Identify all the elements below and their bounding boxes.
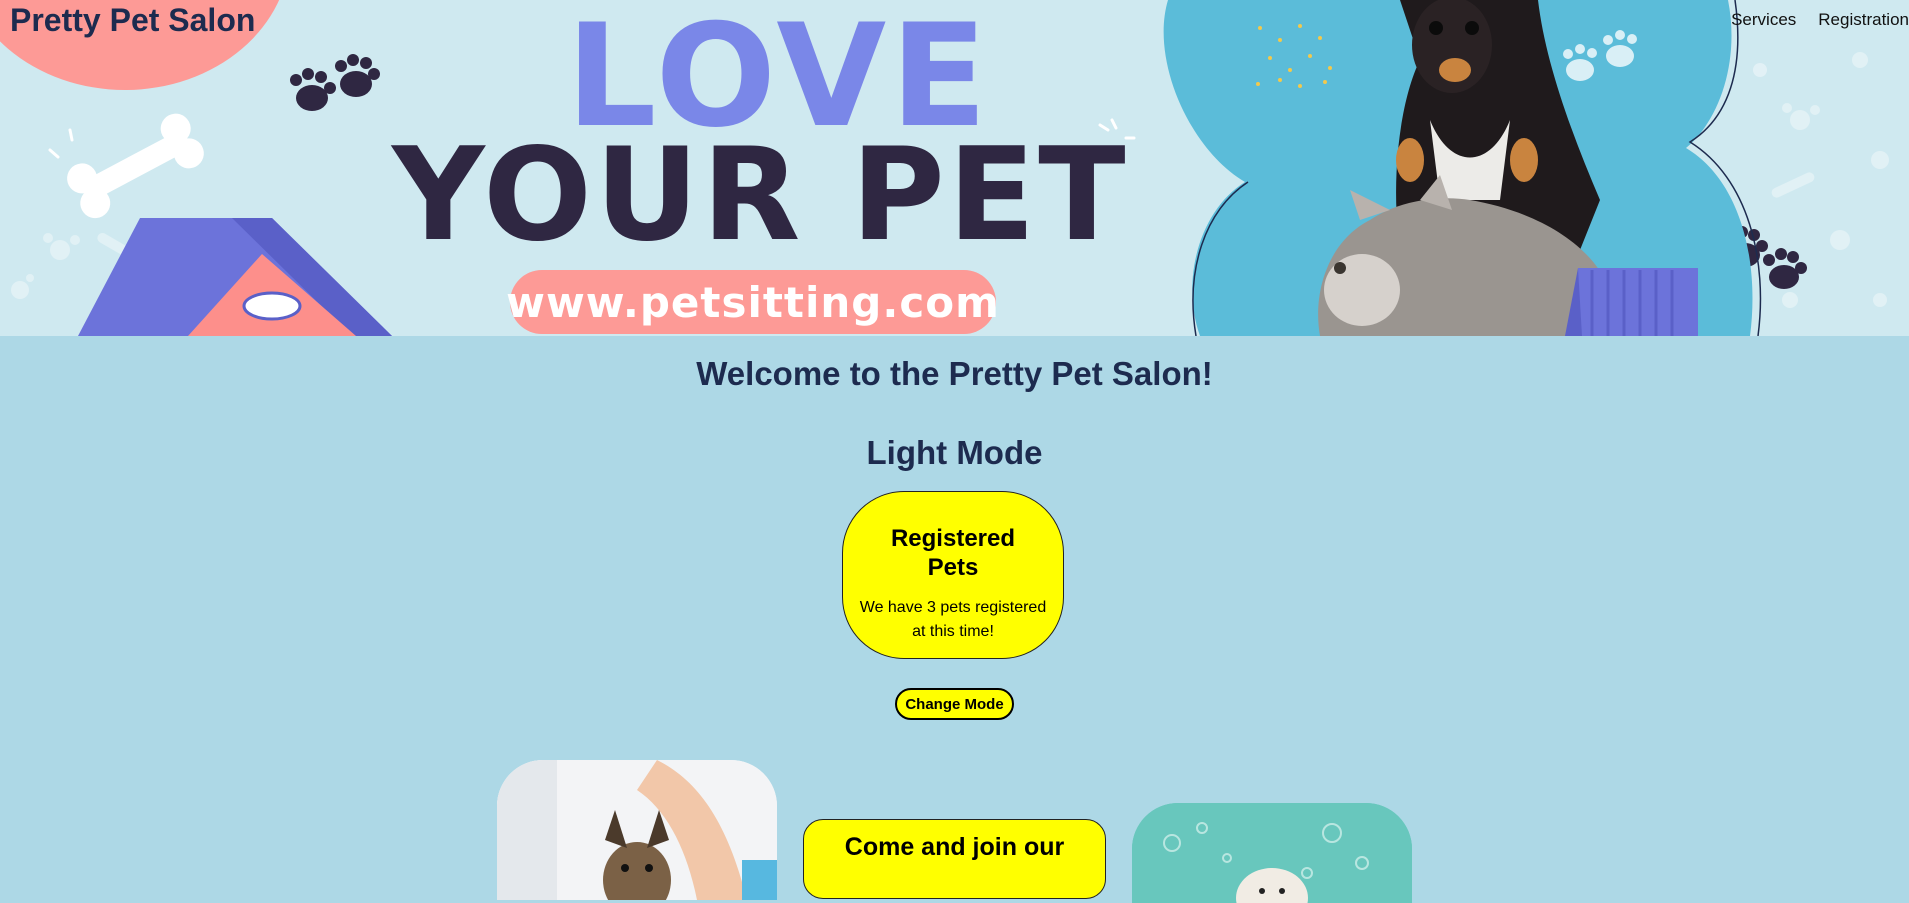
bath-dog-photo — [1132, 803, 1412, 903]
groomed-dog-photo — [497, 760, 777, 900]
registered-pets-title: Registered Pets — [890, 525, 1016, 581]
join-card: Come and join our — [803, 819, 1106, 899]
registered-pets-card: Registered Pets We have 3 pets registere… — [842, 491, 1064, 659]
join-card-title: Come and join our — [844, 833, 1065, 861]
nav-services-link[interactable]: Services — [1731, 10, 1796, 30]
registered-pets-text: We have 3 pets registered at this time! — [859, 599, 1047, 640]
top-nav: Services Registration — [1731, 10, 1909, 30]
salon-name[interactable]: Pretty Pet Salon — [10, 2, 255, 39]
nav-registration-link[interactable]: Registration — [1818, 10, 1909, 30]
welcome-heading: Welcome to the Pretty Pet Salon! — [696, 355, 1213, 392]
hero-banner: Pretty Pet Salon LOVE YOUR PET www.petsi… — [0, 0, 1909, 336]
change-mode-button[interactable]: Change Mode — [895, 688, 1014, 720]
hero-title-your-pet: YOUR PET — [392, 121, 1129, 270]
hero-website-badge: www.petsitting.com — [506, 270, 999, 334]
mode-title: Light Mode — [866, 434, 1043, 471]
